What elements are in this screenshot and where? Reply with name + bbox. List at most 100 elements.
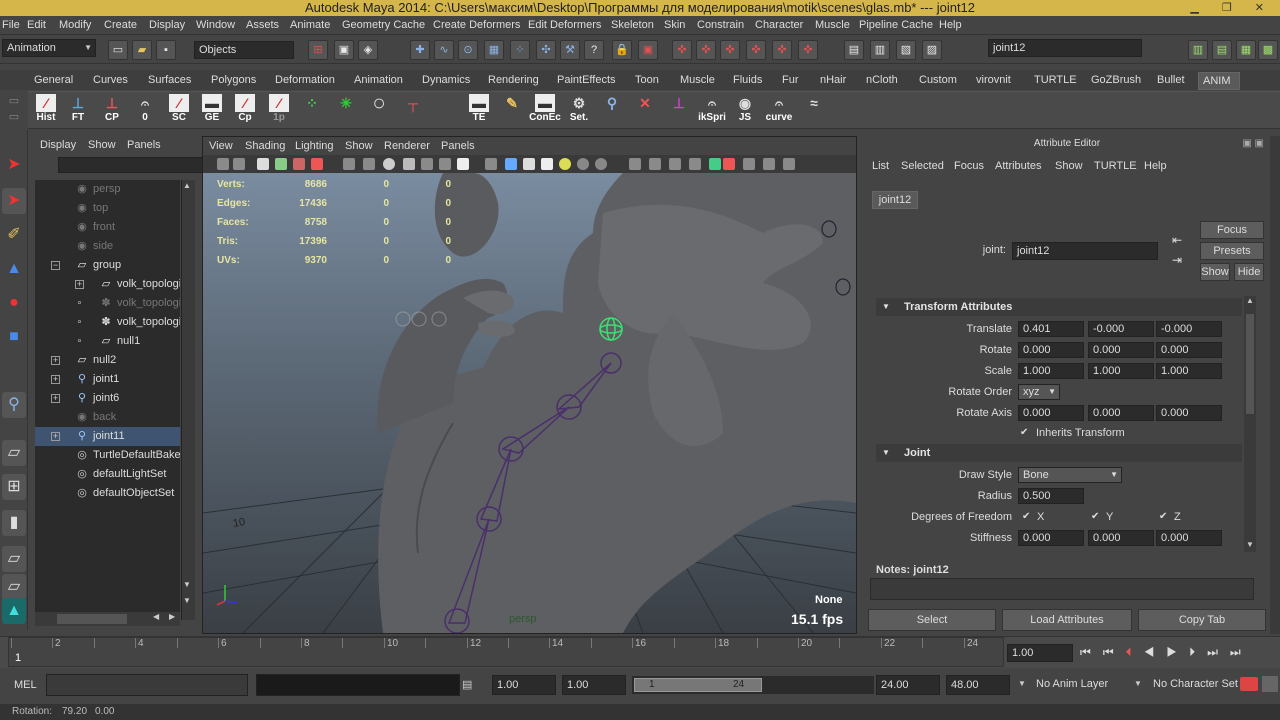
tab-joint12[interactable]: joint12: [872, 191, 918, 209]
shelf-button-cp2[interactable]: ⁄ Cp: [229, 94, 261, 128]
aa-icon[interactable]: [669, 158, 681, 170]
playback-end-field[interactable]: 24.00: [876, 675, 940, 695]
scroll-thumb[interactable]: [57, 614, 127, 624]
ae-menu-selected[interactable]: Selected: [901, 160, 944, 172]
shelf-button-0[interactable]: 𝄐 0: [129, 94, 161, 128]
sphere-icon[interactable]: ●: [2, 290, 26, 316]
auto-key-icon[interactable]: [1240, 677, 1258, 691]
go-to-start-icon[interactable]: ⏮: [1080, 645, 1103, 659]
collapse-icon[interactable]: −: [51, 261, 60, 270]
outliner-item[interactable]: ◉ back: [35, 408, 180, 427]
sphere-view-icon[interactable]: [577, 158, 589, 170]
cone-icon[interactable]: ▲: [2, 256, 26, 282]
grid-icon[interactable]: [293, 158, 305, 170]
shelf-tab-turtle[interactable]: TURTLE: [1030, 72, 1081, 90]
cube-view-icon[interactable]: [505, 158, 517, 170]
selection-mode-dropdown[interactable]: Objects: [194, 41, 294, 59]
animation-start-field[interactable]: 1.00: [492, 675, 556, 695]
viewport-menu-view[interactable]: View: [209, 140, 233, 152]
shelf-button-star[interactable]: ✳: [330, 94, 362, 128]
new-scene-icon[interactable]: ▭: [108, 40, 128, 60]
tool-settings-toggle-icon[interactable]: ▦: [1236, 40, 1256, 60]
outliner-item[interactable]: ◉ top: [35, 199, 180, 218]
rotate-axis-x-field[interactable]: 0.000: [1018, 405, 1084, 421]
camera-attr-icon[interactable]: [233, 158, 245, 170]
menu-assets[interactable]: Assets: [246, 19, 279, 31]
select-hierarchy-icon[interactable]: ⊞: [308, 40, 328, 60]
film-gate-icon[interactable]: [311, 158, 323, 170]
render-current-icon[interactable]: ✜: [672, 40, 692, 60]
outliner-item[interactable]: ◎ TurtleDefaultBakeL: [35, 446, 180, 465]
joint-section[interactable]: ▼ Joint: [876, 444, 1242, 462]
animation-end-field[interactable]: 48.00: [946, 675, 1010, 695]
stiffness-z-field[interactable]: 0.000: [1156, 530, 1222, 546]
ipr-render-icon[interactable]: ✜: [696, 40, 716, 60]
hud-icon[interactable]: [629, 158, 641, 170]
step-back-key-icon[interactable]: ⏮: [1103, 645, 1126, 659]
layout-side-icon[interactable]: ▮: [2, 510, 26, 536]
stiffness-y-field[interactable]: 0.000: [1088, 530, 1154, 546]
outliner-item[interactable]: ◎ defaultObjectSet: [35, 484, 180, 503]
attribute-editor-scrollbar[interactable]: ▲ ▼: [1244, 296, 1256, 552]
play-backward-icon[interactable]: ◀: [1144, 645, 1167, 659]
ambient-icon[interactable]: [595, 158, 607, 170]
anim-layer-label[interactable]: No Anim Layer: [1036, 678, 1108, 690]
scroll-right-icon[interactable]: ▶: [169, 612, 175, 621]
shelf-tab-custom[interactable]: Custom: [915, 72, 961, 90]
show-button[interactable]: Show: [1200, 263, 1230, 281]
menu-help[interactable]: Help: [939, 19, 962, 31]
inherits-transform-checkbox[interactable]: ✔: [1020, 428, 1030, 438]
shelf-button-cp[interactable]: ⊥ CP: [96, 94, 128, 128]
history-icon[interactable]: ✣: [536, 40, 556, 60]
outliner-item[interactable]: ◉ side: [35, 237, 180, 256]
menu-edit[interactable]: Edit: [27, 19, 46, 31]
snap-view-plane-icon[interactable]: ▦: [484, 40, 504, 60]
draw-style-dropdown[interactable]: Bone ▼: [1018, 467, 1122, 483]
textured-icon[interactable]: [403, 158, 415, 170]
render-region-icon[interactable]: ▣: [638, 40, 658, 60]
render-settings-icon[interactable]: ✜: [720, 40, 740, 60]
shelf-tab-fluids[interactable]: Fluids: [729, 72, 766, 90]
outliner-scrollbar[interactable]: ▲ ▼ ▼: [181, 180, 195, 620]
dof-icon[interactable]: [689, 158, 701, 170]
shelf-button-js[interactable]: ◉ JS: [729, 94, 761, 128]
scale-x-field[interactable]: 1.000: [1018, 363, 1084, 379]
cube-icon[interactable]: ■: [2, 324, 26, 350]
scroll-down-end-icon[interactable]: ▼: [183, 596, 191, 605]
copy-tab-button[interactable]: Copy Tab: [1138, 609, 1266, 631]
menu-animate[interactable]: Animate: [290, 19, 330, 31]
select-by-name-icon[interactable]: ▥: [870, 40, 890, 60]
shelf-tab-virovnit[interactable]: virovnit: [972, 72, 1015, 90]
save-scene-icon[interactable]: ▪: [156, 40, 176, 60]
select-object-icon[interactable]: ▣: [334, 40, 354, 60]
menu-display[interactable]: Display: [149, 19, 185, 31]
viewport-menu-renderer[interactable]: Renderer: [384, 140, 430, 152]
channel-box-toggle-icon[interactable]: ▩: [1258, 40, 1278, 60]
stiffness-x-field[interactable]: 0.000: [1018, 530, 1084, 546]
green-icon[interactable]: [709, 158, 721, 170]
viewport-menu-shading[interactable]: Shading: [245, 140, 285, 152]
shelf-tab-fur[interactable]: Fur: [778, 72, 803, 90]
step-forward-key-icon[interactable]: ⏭: [1207, 645, 1230, 659]
render-view-icon[interactable]: ✜: [772, 40, 792, 60]
shelf-tab-rendering[interactable]: Rendering: [484, 72, 543, 90]
ae-menu-list[interactable]: List: [872, 160, 889, 172]
scale-y-field[interactable]: 1.000: [1088, 363, 1154, 379]
shelf-tab-anim[interactable]: ANIM: [1198, 72, 1240, 90]
snap-live-icon[interactable]: ⁘: [510, 40, 530, 60]
viewport-menu-show[interactable]: Show: [345, 140, 373, 152]
shelf-button-ikspri[interactable]: 𝄐 ikSpri: [696, 94, 728, 128]
x-ray-icon[interactable]: [421, 158, 433, 170]
shelf-tab-ncloth[interactable]: nCloth: [862, 72, 902, 90]
hypershade-icon[interactable]: ✜: [746, 40, 766, 60]
select-mask-icon[interactable]: [723, 158, 735, 170]
shelf-tab-dynamics[interactable]: Dynamics: [418, 72, 474, 90]
dof-z-checkbox[interactable]: ✔: [1159, 512, 1169, 522]
scroll-thumb[interactable]: [1246, 314, 1254, 414]
outliner-menu-show[interactable]: Show: [88, 139, 116, 151]
dof-x-checkbox[interactable]: ✔: [1022, 512, 1032, 522]
shelf-options-icon[interactable]: ▭ ▭: [4, 93, 24, 127]
shelf-tab-muscle[interactable]: Muscle: [676, 72, 719, 90]
shelf-tab-gozbrush[interactable]: GoZBrush: [1087, 72, 1145, 90]
construction-history-icon[interactable]: ⚒: [560, 40, 580, 60]
